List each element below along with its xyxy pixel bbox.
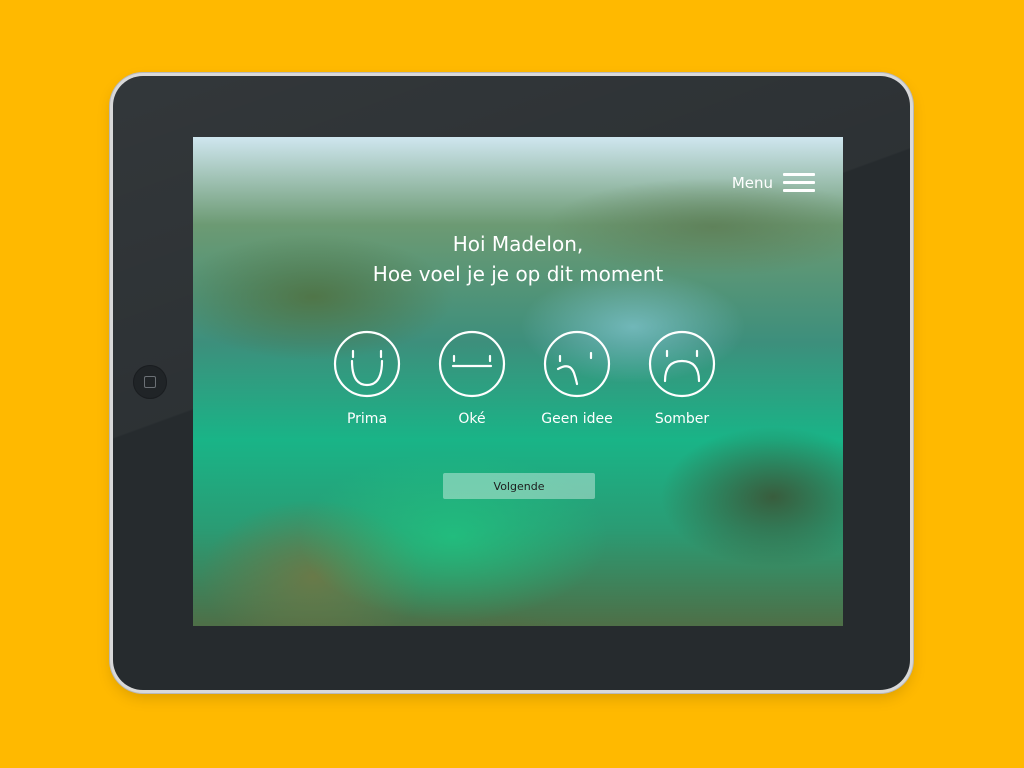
mood-option-geen-idee[interactable]: Geen idee [532, 329, 622, 439]
happy-face-icon[interactable] [332, 329, 402, 399]
home-button[interactable] [133, 365, 167, 399]
mood-label-somber: Somber [654, 411, 710, 427]
mood-option-oke[interactable]: Oké [427, 329, 517, 439]
mood-label-prima: Prima [346, 411, 388, 427]
menu-label: Menu [731, 174, 773, 192]
mood-option-somber[interactable]: Somber [637, 329, 727, 439]
mood-options: Prima Oké Geen idee Somber [322, 329, 742, 439]
tablet-device: Menu Hoi Madelon, Hoe voel je je op dit … [113, 76, 910, 690]
greeting-name: Hoi Madelon, [452, 232, 584, 256]
next-button[interactable]: Volgende [443, 473, 595, 499]
greeting-question: Hoe voel je je op dit moment [372, 262, 664, 286]
sad-face-icon[interactable] [647, 329, 717, 399]
mood-option-prima[interactable]: Prima [322, 329, 412, 439]
mood-label-oke: Oké [458, 411, 486, 427]
home-square-icon [144, 376, 156, 388]
confused-face-icon[interactable] [542, 329, 612, 399]
app-screen: Menu Hoi Madelon, Hoe voel je je op dit … [193, 137, 843, 626]
hamburger-icon[interactable] [783, 173, 815, 193]
mood-label-geen-idee: Geen idee [541, 411, 613, 427]
neutral-face-icon[interactable] [437, 329, 507, 399]
menu-button[interactable]: Menu [732, 173, 815, 193]
greeting: Hoi Madelon, Hoe voel je je op dit momen… [193, 229, 843, 289]
